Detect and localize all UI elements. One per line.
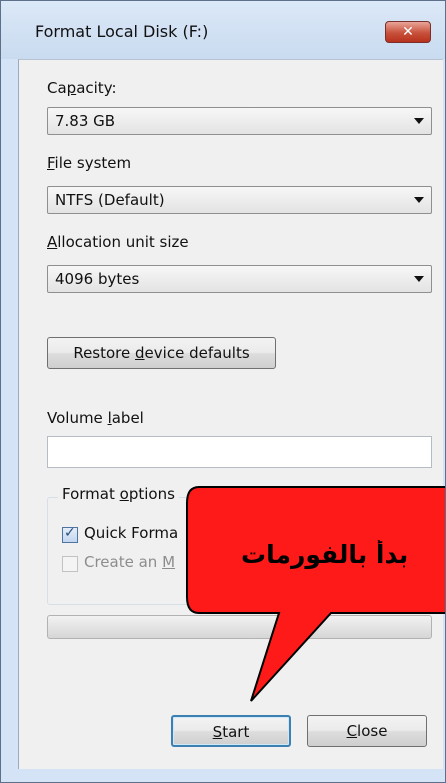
chevron-down-icon <box>414 197 424 203</box>
capacity-label: Capacity: <box>47 79 117 97</box>
checkmark-icon: ✓ <box>64 525 76 541</box>
allocation-unit-label: Allocation unit size <box>47 233 189 251</box>
create-msdos-disk-checkbox[interactable] <box>62 556 78 572</box>
restore-defaults-button[interactable]: Restore device defaults <box>47 337 276 369</box>
format-options-title: Format options <box>58 485 179 503</box>
format-dialog: Format Local Disk (F:) ✕ Capacity: 7.83 … <box>0 0 446 783</box>
file-system-value: NTFS (Default) <box>55 191 165 209</box>
close-icon: ✕ <box>402 24 414 40</box>
file-system-label: File system <box>47 154 132 172</box>
capacity-value: 7.83 GB <box>55 112 116 130</box>
chevron-down-icon <box>414 118 424 124</box>
quick-format-label: Quick Forma <box>84 524 179 542</box>
file-system-select[interactable]: NTFS (Default) <box>47 186 432 214</box>
quick-format-checkbox[interactable]: ✓ <box>62 525 78 543</box>
close-button[interactable]: Close <box>307 715 427 747</box>
window-title: Format Local Disk (F:) <box>35 22 209 41</box>
chevron-down-icon <box>414 276 424 282</box>
allocation-unit-select[interactable]: 4096 bytes <box>47 265 432 293</box>
allocation-unit-value: 4096 bytes <box>55 270 140 288</box>
create-msdos-disk-label: Create an M <box>84 553 176 571</box>
format-progress-bar <box>47 615 432 639</box>
callout-text: بدأ بالفورمات <box>241 540 409 569</box>
title-bar: Format Local Disk (F:) ✕ <box>1 1 445 59</box>
volume-label-input[interactable] <box>47 436 432 468</box>
volume-label-caption: Volume label <box>47 409 144 427</box>
window-close-button[interactable]: ✕ <box>385 21 431 43</box>
capacity-select[interactable]: 7.83 GB <box>47 107 432 135</box>
start-button[interactable]: Start <box>171 715 291 747</box>
